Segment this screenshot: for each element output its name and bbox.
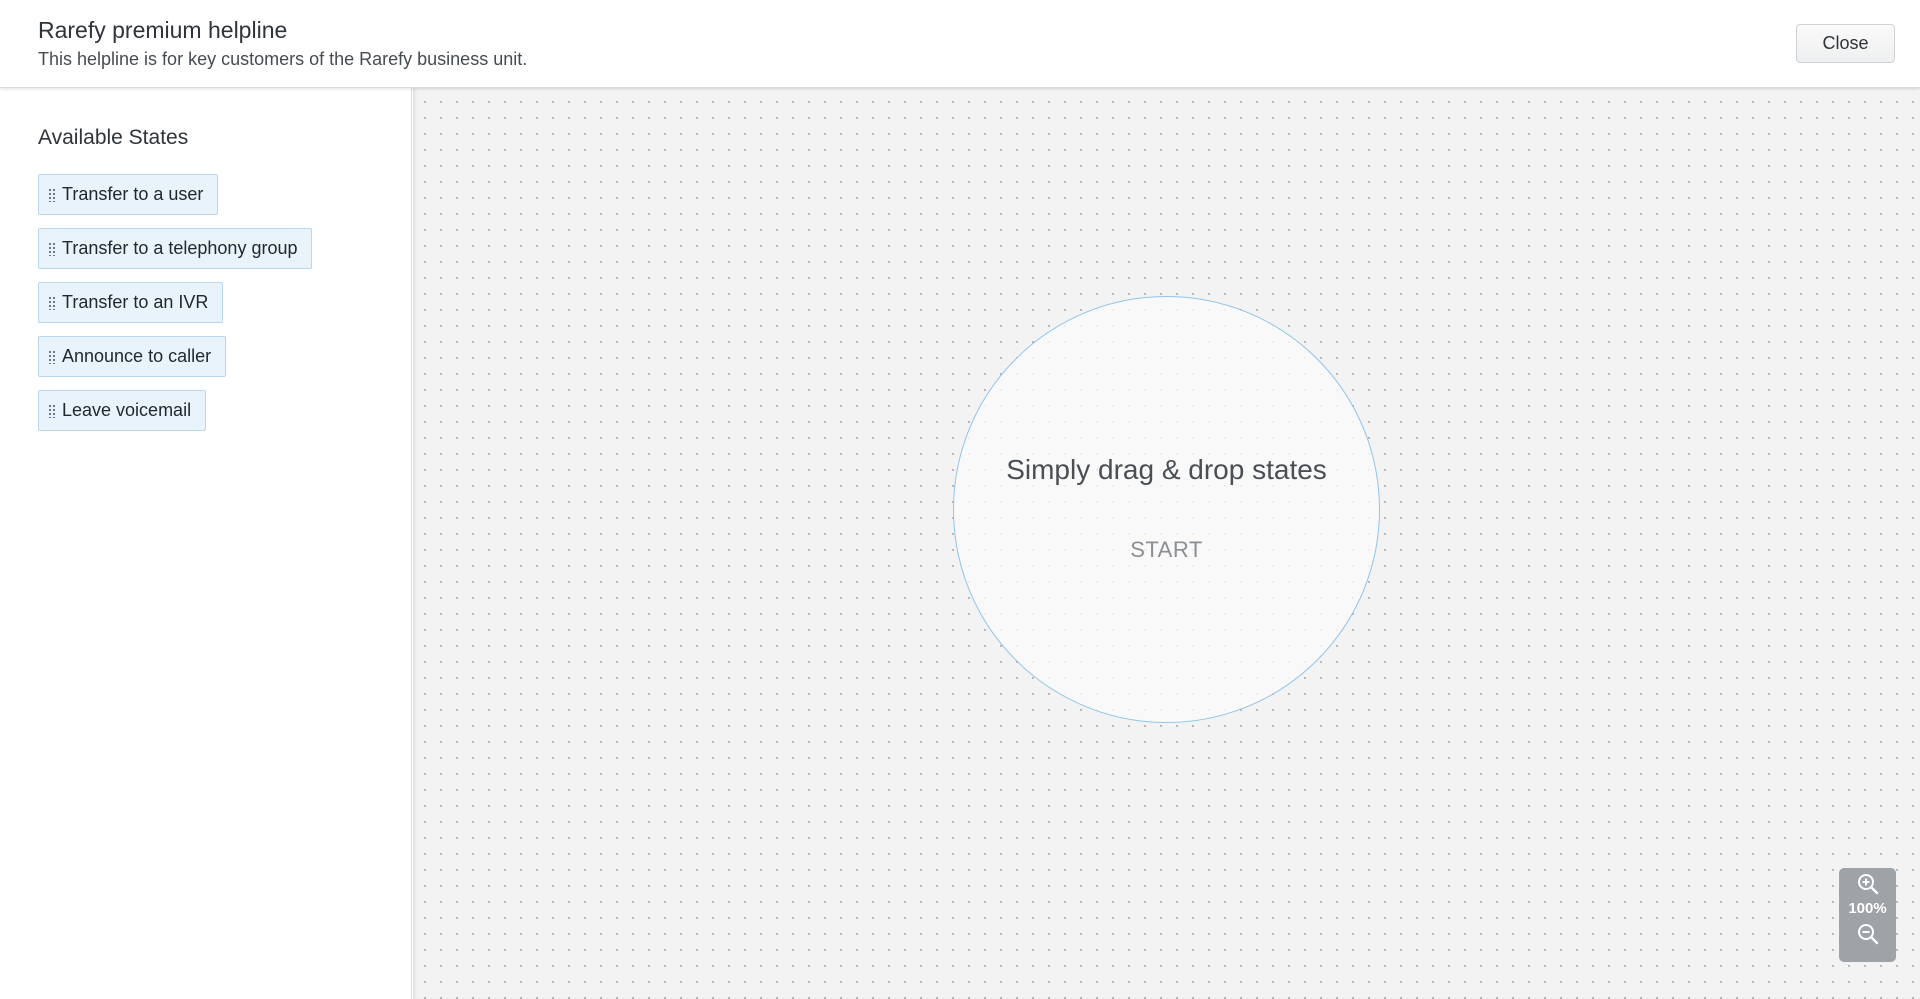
- ivr-flow-editor: Rarefy premium helpline This helpline is…: [0, 0, 1920, 999]
- state-leave-voicemail[interactable]: Leave voicemail: [38, 390, 207, 431]
- drag-handle-icon: [48, 187, 56, 202]
- drag-handle-icon: [48, 241, 56, 256]
- page-subtitle: This helpline is for key customers of th…: [38, 49, 528, 69]
- state-announce-to-caller[interactable]: Announce to caller: [38, 336, 227, 377]
- state-list: Transfer to a user Transfer to a telepho…: [38, 174, 313, 444]
- start-label: START: [1130, 537, 1203, 562]
- drag-handle-icon: [48, 295, 56, 310]
- drag-handle-icon: [48, 349, 56, 364]
- zoom-in-icon: [1857, 874, 1878, 895]
- state-label: Transfer to a user: [62, 184, 204, 204]
- state-label: Announce to caller: [62, 346, 212, 366]
- close-button[interactable]: Close: [1796, 24, 1895, 63]
- zoom-out-icon: [1857, 924, 1878, 945]
- drag-handle-icon: [48, 403, 56, 418]
- state-label: Leave voicemail: [62, 400, 192, 420]
- zoom-out-button[interactable]: [1839, 918, 1896, 950]
- drop-hint-text: Simply drag & drop states: [1006, 454, 1327, 485]
- state-label: Transfer to an IVR: [62, 292, 209, 312]
- flow-canvas[interactable]: Simply drag & drop states START: [413, 88, 1920, 999]
- state-label: Transfer to a telephony group: [62, 238, 298, 258]
- page-title: Rarefy premium helpline: [38, 17, 288, 43]
- state-transfer-to-user[interactable]: Transfer to a user: [38, 174, 219, 215]
- zoom-control: 100%: [1839, 868, 1896, 962]
- state-transfer-to-ivr[interactable]: Transfer to an IVR: [38, 282, 224, 323]
- available-states-heading: Available States: [38, 126, 189, 149]
- start-drop-zone[interactable]: Simply drag & drop states START: [953, 296, 1380, 723]
- state-transfer-to-telephony-group[interactable]: Transfer to a telephony group: [38, 228, 313, 269]
- zoom-in-button[interactable]: [1839, 868, 1896, 900]
- editor-header: Rarefy premium helpline This helpline is…: [0, 0, 1920, 88]
- zoom-level: 100%: [1848, 900, 1887, 917]
- available-states-panel: Available States Transfer to a user Tran…: [0, 88, 412, 999]
